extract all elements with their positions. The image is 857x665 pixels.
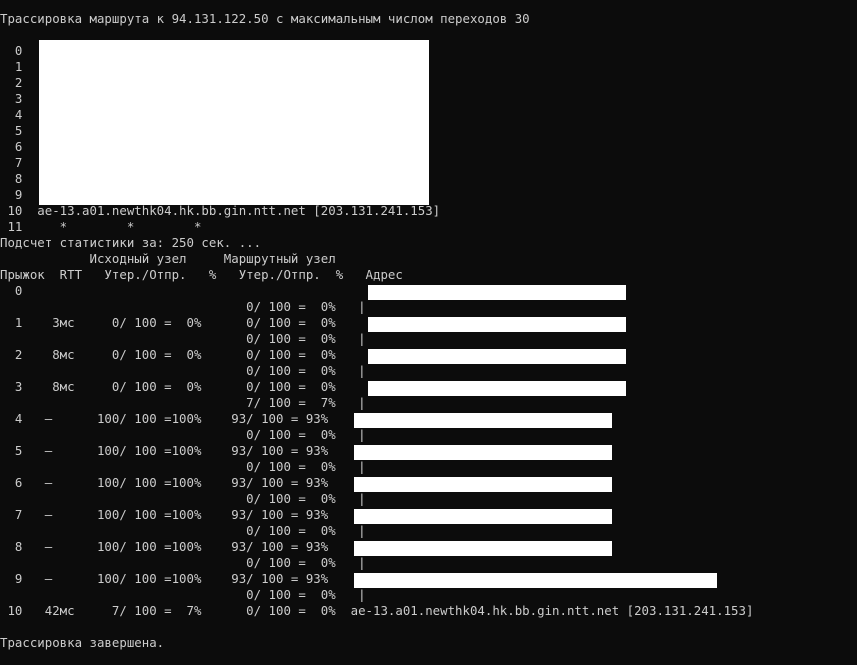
stats-link-row: 0/ 100 = 0% | bbox=[0, 491, 366, 506]
stats-hop-row: 1 3мс 0/ 100 = 0% 0/ 100 = 0% bbox=[0, 315, 336, 330]
trace-hop-row: 4 bbox=[0, 107, 23, 122]
stats-hop-row: 2 8мс 0/ 100 = 0% 0/ 100 = 0% bbox=[0, 347, 336, 362]
redacted-address-5 bbox=[354, 445, 612, 460]
trace-hop-row: 5 bbox=[0, 123, 23, 138]
redacted-address-0 bbox=[368, 285, 626, 300]
stats-link-row: 0/ 100 = 0% | bbox=[0, 331, 366, 346]
console-window[interactable]: Трассировка маршрута к 94.131.122.50 с м… bbox=[0, 0, 857, 665]
trace-hop-row: 6 bbox=[0, 139, 23, 154]
stats-link-row: 0/ 100 = 0% | bbox=[0, 587, 366, 602]
trace-hop-row: 10 ae-13.a01.newthk04.hk.bb.gin.ntt.net … bbox=[0, 203, 441, 218]
stats-hop-row: 4 — 100/ 100 =100% 93/ 100 = 93% bbox=[0, 411, 329, 426]
stats-link-row: 0/ 100 = 0% | bbox=[0, 299, 366, 314]
stats-link-row: 0/ 100 = 0% | bbox=[0, 459, 366, 474]
stats-link-row: 0/ 100 = 0% | bbox=[0, 363, 366, 378]
trace-hop-row: 0 bbox=[0, 43, 23, 58]
stats-hop-row: 10 42мс 7/ 100 = 7% 0/ 100 = 0% ae-13.a0… bbox=[0, 603, 754, 618]
trace-hop-row: 8 bbox=[0, 171, 23, 186]
redacted-address-4 bbox=[354, 413, 612, 428]
trace-hop-row: 3 bbox=[0, 91, 23, 106]
stats-link-row: 0/ 100 = 0% | bbox=[0, 427, 366, 442]
redacted-address-9 bbox=[354, 573, 717, 588]
redacted-address-7 bbox=[354, 509, 612, 524]
stats-link-row: 0/ 100 = 0% | bbox=[0, 555, 366, 570]
redacted-address-1 bbox=[368, 317, 626, 332]
trace-hop-row: 7 bbox=[0, 155, 23, 170]
trace-hop-row: 1 bbox=[0, 59, 23, 74]
stats-hop-row: 9 — 100/ 100 =100% 93/ 100 = 93% bbox=[0, 571, 329, 586]
stats-hop-row: 3 8мс 0/ 100 = 0% 0/ 100 = 0% bbox=[0, 379, 336, 394]
trace-hop-row: 9 bbox=[0, 187, 23, 202]
redacted-address-2 bbox=[368, 349, 626, 364]
trace-hop-row: 2 bbox=[0, 75, 23, 90]
stats-link-row: 7/ 100 = 7% | bbox=[0, 395, 366, 410]
redacted-address-8 bbox=[354, 541, 612, 556]
trace-header: Трассировка маршрута к 94.131.122.50 с м… bbox=[0, 11, 530, 26]
stats-link-row: 0/ 100 = 0% | bbox=[0, 523, 366, 538]
redacted-hop-addresses bbox=[39, 40, 429, 205]
trace-footer: Трассировка завершена. bbox=[0, 635, 165, 650]
stats-hop-row: 6 — 100/ 100 =100% 93/ 100 = 93% bbox=[0, 475, 329, 490]
column-header-groups: Исходный узел Маршрутный узел bbox=[0, 251, 336, 266]
stats-hop-row: 7 — 100/ 100 =100% 93/ 100 = 93% bbox=[0, 507, 329, 522]
trace-hop-row: 11 * * * bbox=[0, 219, 202, 234]
column-header: Прыжок RTT Утер./Отпр. % Утер./Отпр. % А… bbox=[0, 267, 403, 282]
stats-title: Подсчет статистики за: 250 сек. ... bbox=[0, 235, 262, 250]
stats-hop-row: 0 bbox=[0, 283, 23, 298]
redacted-address-6 bbox=[354, 477, 612, 492]
stats-hop-row: 8 — 100/ 100 =100% 93/ 100 = 93% bbox=[0, 539, 329, 554]
redacted-address-3 bbox=[368, 381, 626, 396]
stats-hop-row: 5 — 100/ 100 =100% 93/ 100 = 93% bbox=[0, 443, 329, 458]
